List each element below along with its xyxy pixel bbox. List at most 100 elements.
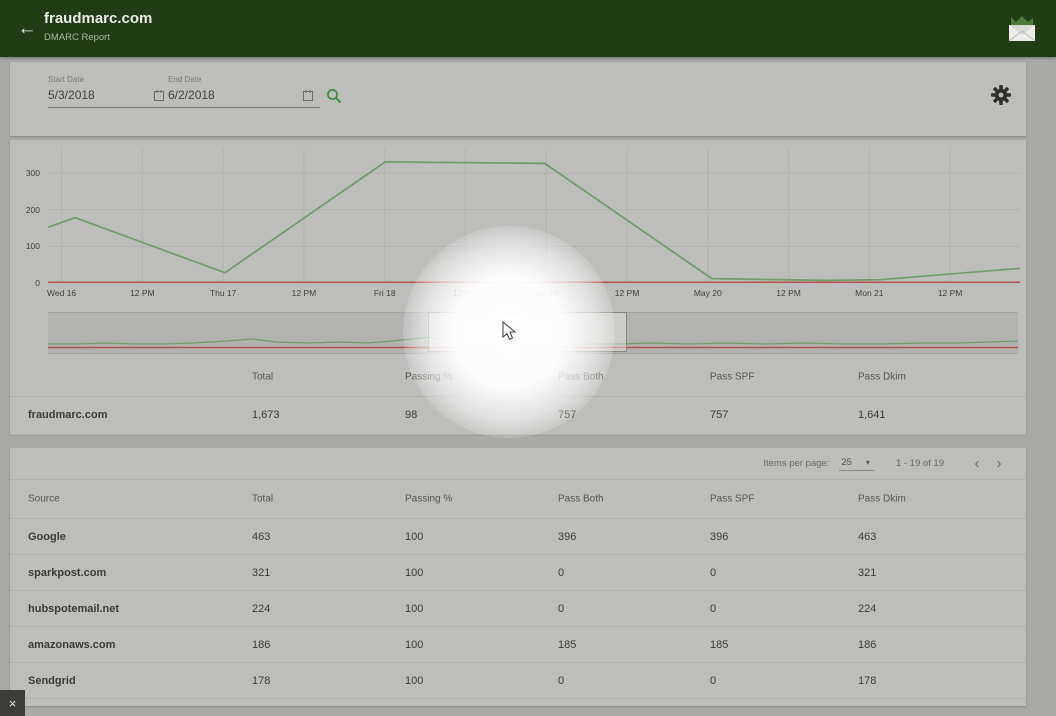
pass-dkim-cell: 224	[858, 603, 876, 615]
x-tick-label: 12 PM	[274, 288, 334, 298]
table-row-hubspotemail[interactable]: hubspotemail.net 224 100 0 0 224	[10, 591, 1026, 627]
x-tick-label: 12 PM	[920, 288, 980, 298]
pagination-range-label: 1 - 19 of 19	[896, 458, 944, 469]
pass-both-cell: 0	[558, 603, 564, 615]
items-per-page-value: 25	[841, 457, 852, 468]
passing-cell: 100	[405, 639, 423, 651]
date-filter-toolbar: Start Date 5/3/2018 End Date 6/2/2018	[10, 62, 1026, 136]
summary-table-row: fraudmarc.com 1,673 98 757 757 1,641	[10, 396, 1026, 435]
total-cell: 321	[252, 567, 270, 579]
items-per-page-label: Items per page:	[763, 458, 829, 469]
col-source: Source	[28, 494, 60, 505]
items-per-page-select[interactable]: 25 ▾	[839, 457, 874, 471]
date-fields-underline	[48, 107, 320, 108]
close-icon[interactable]: ×	[0, 690, 25, 716]
pass-spf-cell: 185	[710, 639, 728, 651]
back-arrow-icon[interactable]: ←	[14, 16, 40, 42]
total-cell: 186	[252, 639, 270, 651]
start-date-input[interactable]: 5/3/2018	[48, 88, 95, 102]
source-name: Sendgrid	[28, 675, 76, 687]
x-tick-label: Wed 16	[32, 288, 92, 298]
calendar-icon[interactable]	[154, 90, 164, 101]
x-tick-label: 12 PM	[112, 288, 172, 298]
pass-spf-cell: 396	[710, 531, 728, 543]
total-cell: 178	[252, 675, 270, 687]
x-tick-label: 12 PM	[759, 288, 819, 298]
x-tick-label: May 20	[678, 288, 738, 298]
summary-passing: 98	[405, 409, 417, 421]
y-tick-label: 0	[14, 278, 40, 288]
pass-spf-cell: 0	[710, 675, 716, 687]
y-tick-label: 100	[14, 241, 40, 251]
summary-col-total: Total	[252, 372, 273, 383]
x-tick-label: Mon 21	[839, 288, 899, 298]
col-pass-spf: Pass SPF	[710, 494, 754, 505]
source-name: amazonaws.com	[28, 639, 115, 651]
chevron-down-icon: ▾	[866, 458, 870, 467]
col-total: Total	[252, 494, 273, 505]
col-pass-dkim: Pass Dkim	[858, 494, 906, 505]
summary-col-pass-spf: Pass SPF	[710, 372, 754, 383]
summary-table-header: Total Passing % Pass Both Pass SPF Pass …	[10, 358, 1026, 397]
summary-total: 1,673	[252, 409, 280, 421]
pass-both-cell: 0	[558, 675, 564, 687]
page-subtitle: DMARC Report	[44, 32, 110, 43]
pass-dkim-cell: 321	[858, 567, 876, 579]
open-envelope-icon	[1004, 14, 1040, 43]
pass-both-cell: 185	[558, 639, 576, 651]
pass-dkim-cell: 186	[858, 639, 876, 651]
pass-both-cell: 396	[558, 531, 576, 543]
summary-pass-both: 757	[558, 409, 576, 421]
previous-page-button[interactable]: ‹	[966, 455, 988, 472]
start-date-label: Start Date	[48, 75, 84, 84]
col-pass-both: Pass Both	[558, 494, 604, 505]
source-name: Google	[28, 531, 66, 543]
summary-domain: fraudmarc.com	[28, 409, 107, 421]
passing-cell: 100	[405, 675, 423, 687]
summary-pass-dkim: 1,641	[858, 409, 886, 421]
end-date-input[interactable]: 6/2/2018	[168, 88, 215, 102]
chart-brush	[48, 312, 1018, 354]
total-cell: 463	[252, 531, 270, 543]
table-row-amazonaws[interactable]: amazonaws.com 186 100 185 185 186	[10, 627, 1026, 663]
search-icon[interactable]	[326, 88, 342, 104]
total-cell: 224	[252, 603, 270, 615]
table-row-sparkpost[interactable]: sparkpost.com 321 100 0 0 321	[10, 555, 1026, 591]
source-name: sparkpost.com	[28, 567, 106, 579]
x-tick-label: Thu 17	[193, 288, 253, 298]
sources-table-header: Source Total Passing % Pass Both Pass SP…	[10, 480, 1026, 519]
x-tick-label: 12 PM	[435, 288, 495, 298]
source-name: hubspotemail.net	[28, 603, 119, 615]
pass-both-cell: 0	[558, 567, 564, 579]
x-tick-label: Fri 18	[355, 288, 415, 298]
passing-cell: 100	[405, 567, 423, 579]
y-tick-label: 300	[14, 168, 40, 178]
y-tick-label: 200	[14, 205, 40, 215]
calendar-icon[interactable]	[303, 90, 313, 101]
col-passing: Passing %	[405, 494, 452, 505]
summary-col-pass-both: Pass Both	[558, 372, 604, 383]
next-page-button[interactable]: ›	[988, 455, 1010, 472]
pagination-bar: Items per page: 25 ▾ 1 - 19 of 19 ‹ ›	[10, 448, 1026, 480]
page-title: fraudmarc.com	[44, 10, 152, 27]
table-row-sendgrid[interactable]: Sendgrid 178 100 0 0 178	[10, 663, 1026, 699]
sources-table-card: Items per page: 25 ▾ 1 - 19 of 19 ‹ › So…	[10, 448, 1026, 706]
summary-col-pass-dkim: Pass Dkim	[858, 372, 906, 383]
pass-dkim-cell: 178	[858, 675, 876, 687]
summary-col-passing: Passing %	[405, 372, 452, 383]
summary-pass-spf: 757	[710, 409, 728, 421]
brush-selection-window[interactable]	[428, 312, 627, 352]
x-tick-label: Sat 19	[516, 288, 576, 298]
end-date-label: End Date	[168, 75, 201, 84]
traffic-chart-card: 0 100 200 300 Wed 16 12 PM Thu 17 12 PM Fri 18 1…	[10, 140, 1026, 434]
x-tick-label: 12 PM	[597, 288, 657, 298]
gear-icon[interactable]	[990, 84, 1012, 106]
pass-dkim-cell: 463	[858, 531, 876, 543]
passing-cell: 100	[405, 603, 423, 615]
pass-spf-cell: 0	[710, 567, 716, 579]
table-row-google[interactable]: Google 463 100 396 396 463	[10, 519, 1026, 555]
dmarc-report-page: ← fraudmarc.com DMARC Report Start Date …	[0, 0, 1056, 716]
main-chart-plot	[48, 148, 1020, 283]
app-header: ← fraudmarc.com DMARC Report	[0, 0, 1056, 57]
passing-cell: 100	[405, 531, 423, 543]
